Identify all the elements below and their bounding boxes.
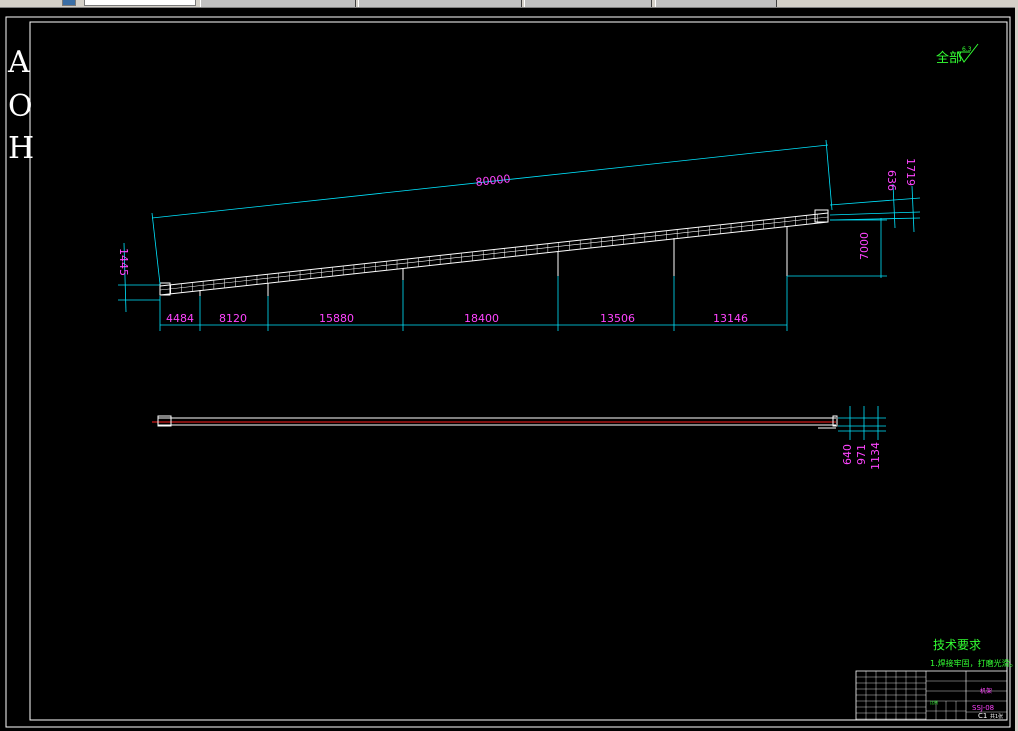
tech-requirements-title: 技术要求 [933, 638, 981, 652]
sheet-outer-frame [5, 16, 1011, 728]
sheet-inner-frame [29, 21, 1008, 721]
dim-span-6: 13146 [713, 312, 748, 325]
dim-height: 7000 [858, 232, 871, 260]
cad-drawing-canvas[interactable]: A O H 全部 6.3 80000 1445 636 1719 7000 44… [0, 7, 1015, 731]
elevation-view[interactable]: 80000 1445 636 1719 7000 4484 8120 15880… [117, 139, 921, 331]
title-block-part-name: 机架 [980, 687, 992, 695]
toolbar-window-2[interactable] [358, 0, 522, 7]
title-block-scale-label: 比例 [930, 699, 938, 705]
dim-right-rise-small: 636 [885, 170, 898, 191]
plan-view[interactable]: 640 971 1134 [152, 406, 886, 470]
title-block-extra: 共1张 [990, 713, 1003, 720]
toolbar-window-3[interactable] [524, 0, 652, 7]
toolbar-icon-slot[interactable] [62, 0, 76, 6]
side-letter-o: O [8, 89, 33, 124]
truss-web-members [159, 213, 829, 295]
dim-overall-length: 80000 [475, 172, 511, 189]
dim-plan-width-2: 971 [855, 444, 868, 465]
title-block-drawing-no: SSJ-08 [972, 704, 994, 712]
toolbar-window-1[interactable] [200, 0, 356, 7]
toolbar-field-1[interactable] [84, 0, 196, 6]
title-block[interactable]: 机架 比例 SSJ-08 C1 共1张 [855, 670, 1008, 721]
dim-left-rise: 1445 [117, 248, 130, 276]
dim-span-4: 18400 [464, 312, 499, 325]
toolbar-window-4[interactable] [655, 0, 777, 7]
roughness-mark: 全部 6.3 [936, 43, 979, 66]
dim-plan-width-1: 640 [841, 444, 854, 465]
truss-right-end [814, 209, 829, 223]
dim-span-2: 8120 [219, 312, 247, 325]
tech-requirements-item-1: 1.焊接牢固，打磨光滑。 [930, 658, 1015, 668]
dim-span-3: 15880 [319, 312, 354, 325]
dim-span-1: 4484 [166, 312, 194, 325]
dim-right-rise-large: 1719 [904, 158, 917, 186]
side-letter-h: H [8, 131, 34, 166]
title-block-sheet: C1 [978, 712, 987, 720]
side-letter-a: A [7, 45, 30, 80]
dim-plan-width-3: 1134 [869, 442, 882, 470]
dim-span-5: 13506 [600, 312, 635, 325]
